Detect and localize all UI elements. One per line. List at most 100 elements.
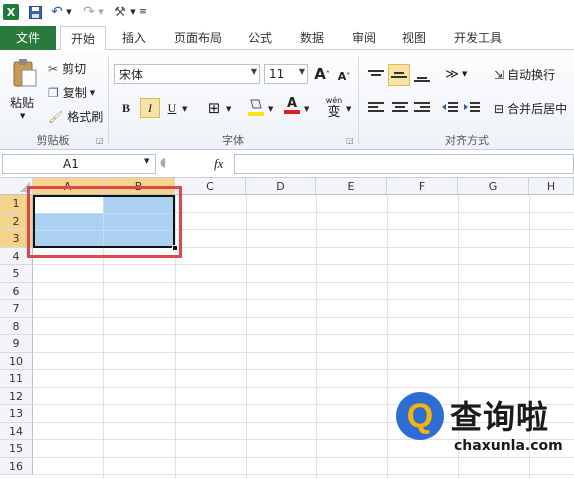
font-name-dropdown-icon[interactable]: ▼ xyxy=(251,67,257,76)
separator xyxy=(108,56,109,144)
tab-view[interactable]: 视图 xyxy=(394,26,434,50)
clipboard-launcher-icon[interactable]: ◲ xyxy=(96,136,104,145)
paintbrush-icon: 🖌 xyxy=(48,109,64,124)
tab-insert[interactable]: 插入 xyxy=(112,26,156,50)
format-painter-icon[interactable]: ⚒ xyxy=(112,4,128,20)
decrease-indent-icon[interactable] xyxy=(440,98,460,118)
bold-button[interactable]: B xyxy=(116,98,136,118)
font-color-glyph: A xyxy=(286,96,298,111)
paste-button[interactable]: 粘贴 xyxy=(10,94,34,111)
row-header-6[interactable]: 6 xyxy=(0,283,33,300)
tab-file[interactable]: 文件 xyxy=(0,26,56,50)
italic-button[interactable]: I xyxy=(140,98,160,118)
font-name-value: 宋体 xyxy=(119,67,144,82)
column-header-d[interactable]: D xyxy=(246,178,316,195)
ribbon-tabs: 文件 开始 插入 页面布局 公式 数据 审阅 视图 开发工具 xyxy=(0,26,574,51)
fill-color-dropdown-icon[interactable]: ▼ xyxy=(268,105,273,113)
grid-line xyxy=(33,352,574,353)
increase-indent-icon[interactable] xyxy=(462,98,482,118)
copy-dropdown-icon[interactable]: ▼ xyxy=(90,89,95,97)
underline-button[interactable]: U xyxy=(162,98,182,118)
row-header-10[interactable]: 10 xyxy=(0,353,33,370)
row-header-9[interactable]: 9 xyxy=(0,335,33,353)
row-header-13[interactable]: 13 xyxy=(0,405,33,423)
orientation-dropdown-icon[interactable]: ▼ xyxy=(462,70,467,78)
row-header-7[interactable]: 7 xyxy=(0,300,33,318)
format-painter-dropdown-icon[interactable]: ▼ xyxy=(129,4,137,20)
align-right-icon[interactable] xyxy=(412,98,432,118)
format-painter-button[interactable]: 🖌 格式刷 xyxy=(48,108,103,125)
cut-button[interactable]: ✂ 剪切 xyxy=(48,60,86,77)
underline-dropdown-icon[interactable]: ▼ xyxy=(182,105,187,113)
shrink-font-button[interactable]: A ˅ xyxy=(334,66,354,86)
borders-dropdown-icon[interactable]: ▼ xyxy=(226,105,231,113)
row-header-5[interactable]: 5 xyxy=(0,265,33,283)
paste-icon[interactable] xyxy=(8,56,42,90)
font-name-combo[interactable]: 宋体 ▼ xyxy=(114,64,260,84)
column-header-g[interactable]: G xyxy=(458,178,529,195)
grid-line xyxy=(246,195,247,479)
redo-icon[interactable]: ↷ xyxy=(82,4,96,20)
column-header-e[interactable]: E xyxy=(316,178,387,195)
tab-home[interactable]: 开始 xyxy=(60,26,106,51)
align-center-icon[interactable] xyxy=(390,98,410,118)
orientation-icon[interactable]: ≫ xyxy=(442,64,462,84)
font-size-combo[interactable]: 11 ▼ xyxy=(264,64,308,84)
name-box[interactable]: A1 xyxy=(2,154,156,174)
align-bottom-icon[interactable] xyxy=(412,66,432,86)
align-middle-icon[interactable] xyxy=(388,64,410,86)
column-header-h[interactable]: H xyxy=(529,178,574,195)
font-size-dropdown-icon[interactable]: ▼ xyxy=(299,67,305,76)
row-header-15[interactable]: 15 xyxy=(0,440,33,458)
undo-dropdown-icon[interactable]: ▼ xyxy=(65,4,73,20)
merge-center-label: 合并后居中 xyxy=(507,102,568,116)
merge-center-button[interactable]: ⊟ 合并后居中 xyxy=(494,100,567,117)
formula-input[interactable] xyxy=(234,154,574,174)
grid-line xyxy=(33,299,574,300)
tab-page-layout[interactable]: 页面布局 xyxy=(166,26,230,50)
row-header-16[interactable]: 16 xyxy=(0,458,33,475)
font-group-label: 字体 xyxy=(222,134,244,147)
paste-dropdown-icon[interactable]: ▼ xyxy=(20,112,25,120)
formula-bar-grip-icon[interactable]: ◖ xyxy=(160,155,176,173)
align-top-icon[interactable] xyxy=(366,66,386,86)
tab-review[interactable]: 审阅 xyxy=(344,26,384,50)
row-header-8[interactable]: 8 xyxy=(0,318,33,335)
save-icon[interactable] xyxy=(28,4,42,20)
grid-line xyxy=(387,195,388,479)
undo-icon[interactable]: ↶ xyxy=(50,4,64,20)
customize-icon[interactable]: ≡ xyxy=(138,4,148,20)
tab-developer[interactable]: 开发工具 xyxy=(446,26,510,50)
font-color-dropdown-icon[interactable]: ▼ xyxy=(304,105,309,113)
redo-dropdown-icon[interactable]: ▼ xyxy=(97,4,105,20)
phonetic-guide-icon[interactable]: wén 变 xyxy=(322,94,346,120)
tab-data[interactable]: 数据 xyxy=(292,26,332,50)
merge-center-icon: ⊟ xyxy=(494,101,505,116)
insert-function-button[interactable]: fx xyxy=(214,156,223,172)
font-color-icon[interactable]: A xyxy=(282,96,302,116)
grid-line xyxy=(33,369,574,370)
grow-font-button[interactable]: A ˄ xyxy=(312,64,332,84)
worksheet-grid[interactable]: A B C D E F G H 1 2 3 4 5 6 7 8 9 10 11 … xyxy=(0,178,574,479)
grid-line xyxy=(316,195,317,479)
tab-formulas[interactable]: 公式 xyxy=(240,26,280,50)
grid-line xyxy=(33,457,574,458)
watermark-logo-icon: Q xyxy=(396,392,444,440)
borders-icon[interactable]: ⊞ xyxy=(204,98,224,118)
phonetic-dropdown-icon[interactable]: ▼ xyxy=(346,105,351,113)
excel-app-icon[interactable]: X xyxy=(3,4,19,20)
copy-button[interactable]: ❐ 复制 ▼ xyxy=(48,84,95,101)
column-header-f[interactable]: F xyxy=(387,178,458,195)
align-left-icon[interactable] xyxy=(366,98,386,118)
wrap-text-label: 自动换行 xyxy=(507,68,556,82)
row-header-12[interactable]: 12 xyxy=(0,388,33,405)
fill-color-icon[interactable] xyxy=(246,97,266,117)
column-header-c[interactable]: C xyxy=(175,178,246,195)
row-header-14[interactable]: 14 xyxy=(0,423,33,440)
name-box-dropdown-icon[interactable]: ▼ xyxy=(144,157,149,165)
font-launcher-icon[interactable]: ◲ xyxy=(346,136,354,145)
annotation-highlight-box xyxy=(27,186,182,258)
wrap-text-button[interactable]: ⇲ 自动换行 xyxy=(494,66,555,83)
font-size-value: 11 xyxy=(269,67,285,81)
row-header-11[interactable]: 11 xyxy=(0,370,33,388)
